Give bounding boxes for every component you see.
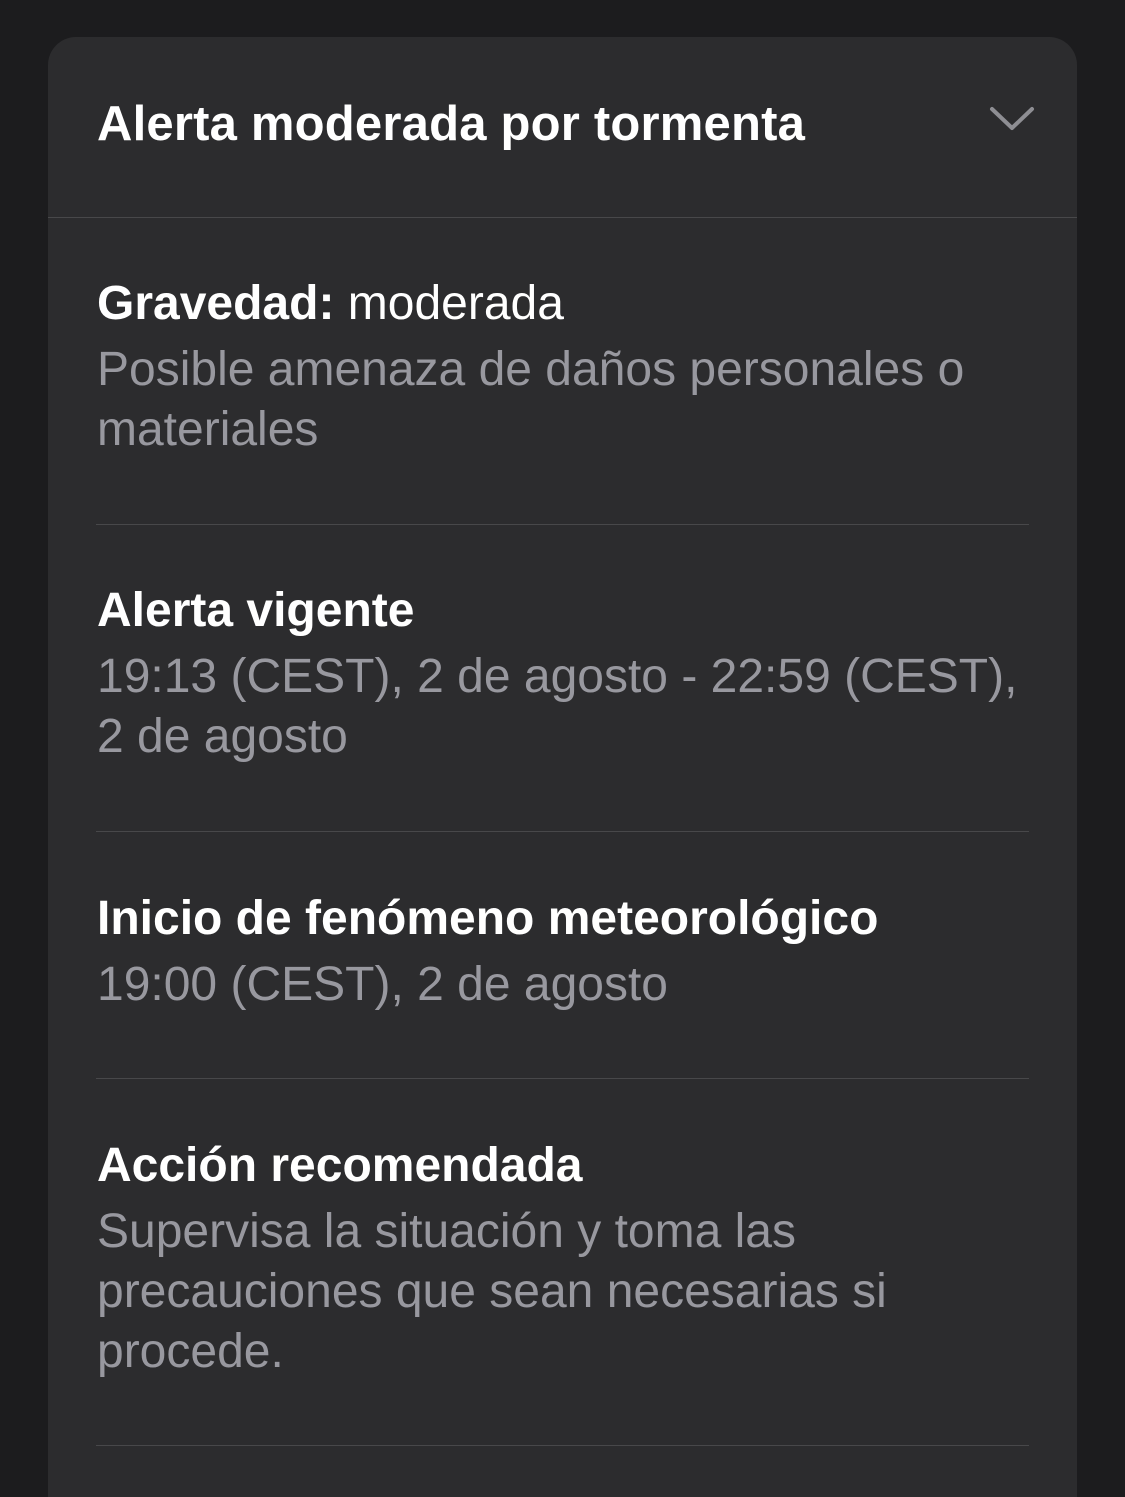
- chevron-down-icon[interactable]: [988, 103, 1036, 133]
- validity-section: Alerta vigente 19:13 (CEST), 2 de agosto…: [97, 581, 1032, 767]
- header-divider: [48, 217, 1077, 218]
- severity-heading: Gravedad: moderada: [97, 274, 1032, 334]
- onset-title: Inicio de fenómeno meteorológico: [97, 892, 879, 945]
- alert-card: Alerta moderada por tormenta Gravedad: m…: [48, 37, 1077, 1497]
- severity-description: Posible amenaza de daños personales o ma…: [97, 343, 965, 456]
- action-section: Acción recomendada Supervisa la situació…: [97, 1136, 1032, 1382]
- divider: [96, 1445, 1029, 1446]
- severity-section: Gravedad: moderada Posible amenaza de da…: [97, 274, 1032, 460]
- alert-header[interactable]: Alerta moderada por tormenta: [48, 37, 1077, 217]
- onset-section: Inicio de fenómeno meteorológico 19:00 (…: [97, 889, 1032, 1015]
- alert-title: Alerta moderada por tormenta: [97, 97, 806, 151]
- action-text: Supervisa la situación y toma las precau…: [97, 1205, 887, 1378]
- divider: [96, 831, 1029, 832]
- validity-title: Alerta vigente: [97, 584, 415, 637]
- severity-label: Gravedad:: [97, 277, 335, 330]
- divider: [96, 1078, 1029, 1079]
- divider: [96, 524, 1029, 525]
- severity-value: moderada: [347, 277, 564, 330]
- onset-time: 19:00 (CEST), 2 de agosto: [97, 958, 668, 1011]
- validity-range: 19:13 (CEST), 2 de agosto - 22:59 (CEST)…: [97, 650, 1018, 763]
- action-title: Acción recomendada: [97, 1139, 583, 1192]
